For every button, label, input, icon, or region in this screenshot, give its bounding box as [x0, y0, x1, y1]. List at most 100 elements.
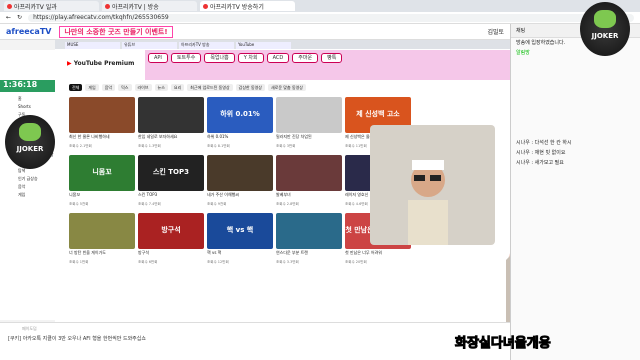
- video-title[interactable]: 스킨 TOP3: [138, 192, 204, 202]
- video-card[interactable]: 한입 네일로 보자하세요 조회수 1.3만회: [138, 97, 204, 150]
- event-banner[interactable]: 나만의 소중한 굿즈 만들기 이벤트!: [59, 25, 173, 38]
- tab-favicon-icon: [7, 3, 12, 9]
- category-chip[interactable]: 전체: [69, 84, 83, 91]
- category-chip[interactable]: 새로운 맞춤 동영상: [268, 84, 306, 91]
- browser-tab-active[interactable]: 아프리카TV 방송하기: [200, 1, 295, 11]
- inner-tabbar: MUSE 유튜브 아프리카TV 방송 YouTube: [55, 40, 510, 49]
- thumbnail-text: [276, 155, 342, 167]
- video-title[interactable]: 하위 0.01%: [207, 134, 273, 144]
- category-chip[interactable]: 감상한 동영상: [235, 84, 265, 91]
- bookmark-pill: 목업나쁨: [204, 53, 235, 63]
- video-meta: 조회수 6만회: [138, 260, 158, 264]
- back-icon[interactable]: ←: [6, 14, 11, 21]
- tab-label: 아프리카TV 방송하기: [210, 3, 264, 11]
- category-chip[interactable]: 음악: [101, 84, 116, 91]
- video-title[interactable]: 한입 네일로 보자하세요: [138, 134, 204, 144]
- video-thumbnail[interactable]: 스킨 TOP3: [138, 155, 204, 191]
- streamer-image: [408, 160, 448, 245]
- video-meta: 조회수 7.4만회: [138, 202, 161, 206]
- video-card[interactable]: 연스다운 부분 트랜 조회수 3.3만회: [276, 213, 342, 266]
- video-title[interactable]: 최신 한 물론 나비행하네: [69, 134, 135, 144]
- category-chip[interactable]: 게임: [85, 84, 99, 91]
- youtube-logo-suffix: Premium: [104, 60, 135, 67]
- bookmark-band: API 토트투수 목업나쁨 Y 차회 ACD 주마운 빵톡: [145, 50, 510, 80]
- thumbnail-text: 제 신성백 고소: [356, 110, 400, 118]
- afreeca-logo[interactable]: afreecaTV: [6, 27, 51, 36]
- thumbnail-text: 핵 vs 핵: [226, 226, 254, 234]
- sidebar-item[interactable]: 인기 급상승: [0, 176, 55, 184]
- joker-logo-right: JJOKER: [580, 2, 630, 56]
- thumbnail-text: 스킨 TOP3: [152, 168, 190, 176]
- video-card[interactable]: 밀라지만 진당 차업된 조회수 3만회: [276, 97, 342, 150]
- thumbnail-text: [207, 155, 273, 167]
- video-thumbnail[interactable]: [276, 213, 342, 249]
- donation-sender: 페이도덤: [22, 326, 37, 331]
- video-card[interactable]: 너 방탄 빈을 게이가도 조회수 1만회: [69, 213, 135, 266]
- video-thumbnail[interactable]: 하위 0.01%: [207, 97, 273, 133]
- video-title[interactable]: 핵 vs 핵: [207, 250, 273, 260]
- bookmark-pill: 빵톡: [321, 53, 343, 63]
- browser-tabbar: 아프리카TV 일과 아프리카TV | 방송 아프리카TV 방송하기: [0, 0, 640, 12]
- video-grid: 최신 한 물론 나비행하네 조회수 2.1만회 한입 네일로 보자하세요 조회수 1.…: [69, 97, 414, 266]
- video-thumbnail[interactable]: [69, 213, 135, 249]
- user-name[interactable]: 김밀토: [487, 27, 504, 36]
- stream-caption: 화장실다녀올개용: [455, 336, 552, 352]
- sidebar-item[interactable]: 음악: [0, 184, 55, 192]
- donation-bar: 페이도덤 [쿠키] 아카오톡 지클이 3만 오우나 AFI 형을 한번씩만 드와…: [0, 322, 510, 360]
- sidebar-item[interactable]: 탐색: [0, 168, 55, 176]
- thumbnail-text: 니몸꼬: [92, 168, 112, 176]
- video-title[interactable]: 니몸꼬: [69, 192, 135, 202]
- video-card[interactable]: 네가 주산 이해행씨 조회수 9천회: [207, 155, 273, 208]
- category-chip[interactable]: 최근에 업로드된 동영상: [187, 84, 233, 91]
- address-bar: ← ↻ https://play.afreecatv.com/tkqhfn/26…: [0, 12, 640, 24]
- bookmark-pill: Y 차회: [237, 53, 264, 63]
- chat-panel: 채팅 방송에 입장하였습니다. 알림방 시나우 : 다석선 한 칸 하시 시나우…: [510, 24, 640, 360]
- video-card[interactable]: 니몸꼬 니몸꼬 조회수 5천회: [69, 155, 135, 208]
- inner-tab: YouTube: [236, 42, 291, 49]
- video-card[interactable]: 최신 한 물론 나비행하네 조회수 2.1만회: [69, 97, 135, 150]
- category-chip[interactable]: 뉴스: [154, 84, 168, 91]
- video-thumbnail[interactable]: [138, 97, 204, 133]
- video-thumbnail[interactable]: [207, 155, 273, 191]
- url-field[interactable]: https://play.afreecatv.com/tkqhfn/265530…: [28, 13, 634, 22]
- thumbnail-text: [138, 97, 204, 109]
- category-chip[interactable]: 요리: [170, 84, 185, 91]
- refresh-icon[interactable]: ↻: [17, 14, 22, 21]
- browser-tab[interactable]: 아프리카TV 일과: [4, 1, 99, 11]
- sidebar-item[interactable]: 홈: [0, 96, 55, 104]
- video-thumbnail[interactable]: [276, 97, 342, 133]
- video-title[interactable]: 연스다운 부분 트랜: [276, 250, 342, 260]
- video-meta: 조회수 12만회: [207, 260, 229, 264]
- tab-favicon-icon: [203, 3, 208, 9]
- video-title[interactable]: 네가 주산 이해행씨: [207, 192, 273, 202]
- chat-line: 시나우 : 새가모고 필요: [516, 160, 564, 166]
- tab-label: 아프리카TV 일과: [14, 3, 57, 11]
- video-thumbnail[interactable]: [69, 97, 135, 133]
- video-meta: 조회수 2.8만회: [276, 202, 299, 206]
- category-chip[interactable]: 라이브: [134, 84, 152, 91]
- video-title[interactable]: 발베부녀: [276, 192, 342, 202]
- video-thumbnail[interactable]: [276, 155, 342, 191]
- sidebar-item[interactable]: 게임: [0, 192, 55, 200]
- browser-tab[interactable]: 아프리카TV | 방송: [102, 1, 197, 11]
- video-card[interactable]: 핵 vs 핵핵 vs 핵 조회수 12만회: [207, 213, 273, 266]
- video-title[interactable]: 방구석: [138, 250, 204, 260]
- video-thumbnail[interactable]: 니몸꼬: [69, 155, 135, 191]
- video-meta: 조회수 2.1만회: [69, 144, 92, 148]
- video-card[interactable]: 방구석 방구석 조회수 6만회: [138, 213, 204, 266]
- video-thumbnail[interactable]: 방구석: [138, 213, 204, 249]
- category-chip[interactable]: 믹스: [118, 84, 132, 91]
- video-card[interactable]: 스킨 TOP3 스킨 TOP3 조회수 7.4만회: [138, 155, 204, 208]
- video-thumbnail[interactable]: 핵 vs 핵: [207, 213, 273, 249]
- video-card[interactable]: 하위 0.01% 하위 0.01% 조회수 8.1만회: [207, 97, 273, 150]
- video-meta: 조회수 1만회: [69, 260, 89, 264]
- video-meta: 조회수 5천회: [69, 202, 89, 206]
- inner-tab: 아프리카TV 방송: [179, 42, 234, 49]
- sidebar-item[interactable]: Shorts: [0, 104, 55, 112]
- video-title[interactable]: 밀라지만 진당 차업된: [276, 134, 342, 144]
- video-title[interactable]: 너 방탄 빈을 게이가도: [69, 250, 135, 260]
- video-card[interactable]: 발베부녀 조회수 2.8만회: [276, 155, 342, 208]
- video-title[interactable]: 첫 만남은 너무 어려워: [345, 250, 411, 260]
- video-meta: 조회수 8.1만회: [207, 144, 230, 148]
- chat-line: 시나우 : 재현 빗 없이요: [516, 150, 566, 156]
